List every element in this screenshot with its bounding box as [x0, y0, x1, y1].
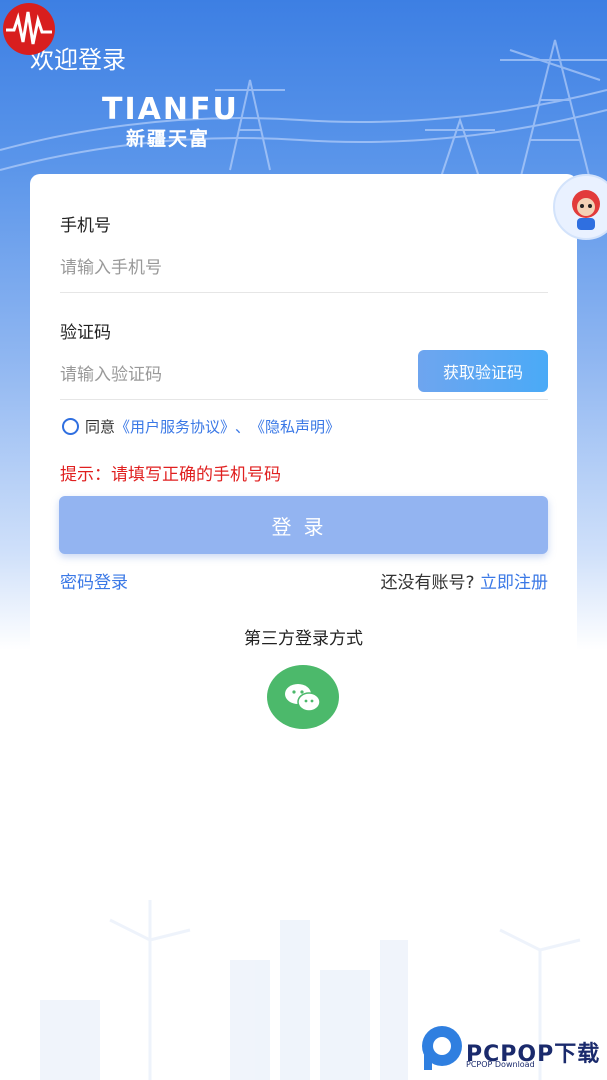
phone-input[interactable]: 请输入手机号 [60, 253, 162, 278]
wechat-login-button[interactable] [267, 665, 339, 729]
agree-prefix: 同意 [85, 418, 116, 436]
pcpop-logo-icon [422, 1026, 462, 1070]
agreement-row: 同意 《用户服务协议》 、 《隐私声明》 [62, 416, 340, 437]
validation-hint: 提示：请填写正确的手机号码 [60, 465, 281, 485]
brand-name-en: TIANFU [102, 92, 239, 127]
code-input[interactable]: 请输入验证码 [60, 360, 162, 385]
code-label: 验证码 [60, 323, 111, 343]
register-row: 还没有账号? 立即注册 [381, 568, 548, 593]
mascot-avatar[interactable] [553, 174, 607, 240]
register-link[interactable]: 立即注册 [480, 573, 548, 593]
tianfu-logo-icon [3, 3, 55, 55]
get-code-button[interactable]: 获取验证码 [418, 350, 548, 392]
password-login-link[interactable]: 密码登录 [60, 568, 128, 593]
wechat-icon [285, 684, 321, 712]
mascot-icon [572, 190, 600, 230]
no-account-text: 还没有账号? [380, 573, 475, 593]
brand-name-cn: 新疆天富 [126, 128, 211, 150]
privacy-link[interactable]: 《隐私声明》 [250, 416, 340, 437]
third-party-title: 第三方登录方式 [244, 629, 363, 649]
agree-radio[interactable] [62, 418, 79, 435]
user-agreement-link[interactable]: 《用户服务协议》 [115, 416, 235, 437]
phone-divider [60, 292, 548, 293]
watermark-subtext: PCPOP Download [466, 1060, 535, 1069]
login-button[interactable]: 登录 [59, 496, 548, 554]
phone-label: 手机号 [60, 216, 111, 236]
agreement-separator: 、 [235, 418, 251, 436]
code-divider [60, 399, 548, 400]
